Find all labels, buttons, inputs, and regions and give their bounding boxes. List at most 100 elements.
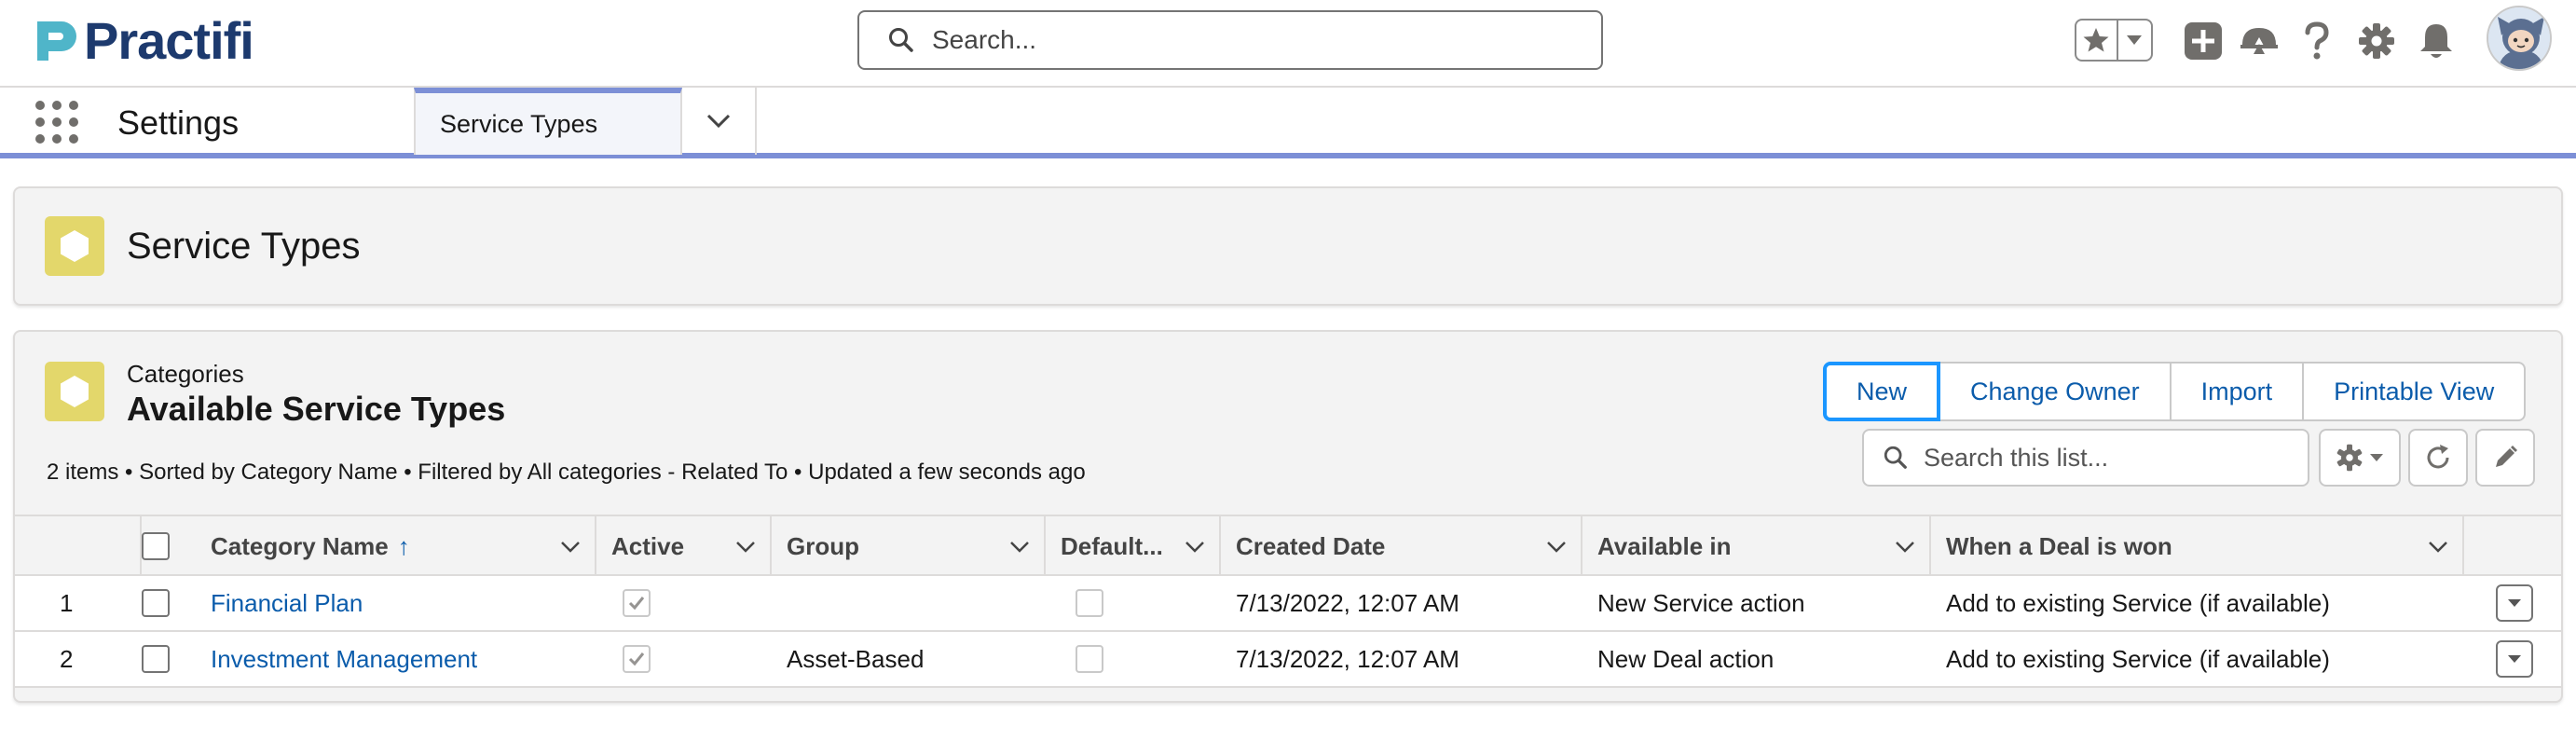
- column-header-category-name[interactable]: Category Name ↑: [194, 516, 596, 576]
- notifications-button[interactable]: [2414, 19, 2459, 63]
- row-select-checkbox[interactable]: [142, 589, 170, 617]
- row-number-header: [15, 516, 142, 576]
- help-button[interactable]: [2295, 19, 2339, 63]
- global-search[interactable]: [857, 10, 1603, 70]
- cell-group: [772, 576, 1046, 630]
- add-icon: [2185, 22, 2222, 60]
- list-view-meta: 2 items • Sorted by Category Name • Filt…: [47, 460, 1086, 485]
- column-label: Group: [787, 531, 859, 560]
- active-checkbox-checked: [623, 589, 651, 617]
- active-checkbox-checked: [623, 645, 651, 673]
- app-name: Settings: [117, 103, 240, 142]
- row-actions-button[interactable]: [2496, 584, 2533, 622]
- tab-service-types[interactable]: Service Types: [414, 88, 682, 155]
- chevron-down-icon: [2370, 454, 2383, 461]
- printable-view-button[interactable]: Printable View: [2304, 362, 2527, 421]
- table-row: 1 Financial Plan 7/13/2022, 12:07 AM New…: [15, 576, 2561, 632]
- refresh-icon: [2427, 445, 2449, 469]
- record-link[interactable]: Financial Plan: [211, 589, 363, 618]
- setup-button[interactable]: [2354, 19, 2399, 63]
- list-actions: New Change Owner Import Printable View: [1823, 362, 2527, 421]
- row-number: 2: [60, 644, 74, 673]
- checkmark-icon: [628, 652, 645, 666]
- favorites-group: [2075, 19, 2153, 62]
- avatar[interactable]: [2487, 6, 2552, 71]
- cell-available-in: New Deal action: [1597, 644, 1774, 673]
- list-view-controls-button[interactable]: [2319, 429, 2401, 487]
- column-label: Active: [611, 531, 685, 560]
- brand-logo[interactable]: Practifi: [34, 11, 254, 71]
- search-icon: [1884, 446, 1907, 469]
- inline-edit-button[interactable]: [2475, 429, 2535, 487]
- row-select-cell: [142, 632, 194, 686]
- app-launcher-button[interactable]: [35, 101, 78, 144]
- favorites-button[interactable]: [2076, 21, 2118, 60]
- checkmark-icon: [628, 597, 645, 611]
- trailhead-icon: [2240, 28, 2278, 54]
- column-header-created-date[interactable]: Created Date: [1221, 516, 1583, 576]
- cell-created-date: 7/13/2022, 12:07 AM: [1236, 644, 1459, 673]
- record-link[interactable]: Investment Management: [211, 645, 477, 674]
- row-select-checkbox[interactable]: [142, 645, 170, 673]
- chevron-down-icon: [706, 114, 731, 129]
- list-view-object-label: Categories: [127, 360, 244, 388]
- global-header: Practifi: [0, 0, 2576, 88]
- gear-icon: [2336, 444, 2363, 472]
- change-owner-button[interactable]: Change Owner: [1940, 362, 2172, 421]
- list-search[interactable]: [1862, 429, 2309, 487]
- new-button[interactable]: New: [1823, 362, 1941, 421]
- chevron-down-icon: [561, 542, 580, 553]
- column-header-default[interactable]: Default...: [1046, 516, 1221, 576]
- help-icon: [2305, 21, 2329, 60]
- brand-name: Practifi: [84, 11, 254, 70]
- chevron-down-icon: [736, 542, 755, 553]
- column-label: Available in: [1597, 531, 1732, 560]
- waffle-icon: [35, 101, 45, 110]
- service-type-object-icon: [45, 216, 104, 276]
- search-icon: [889, 28, 913, 52]
- chevron-down-icon: [2429, 542, 2447, 553]
- column-label: When a Deal is won: [1946, 531, 2172, 560]
- table-row: 2 Investment Management Asset-Based 7/13…: [15, 632, 2561, 688]
- chevron-down-icon: [1896, 542, 1914, 553]
- chevron-down-icon: [1010, 542, 1029, 553]
- list-search-input[interactable]: [1924, 443, 2296, 473]
- cell-default: [1046, 632, 1221, 686]
- column-header-group[interactable]: Group: [772, 516, 1046, 576]
- column-header-available-in[interactable]: Available in: [1583, 516, 1931, 576]
- chevron-down-icon: [2508, 599, 2521, 607]
- service-type-object-icon: [45, 362, 104, 421]
- row-number: 1: [60, 588, 74, 617]
- select-all-checkbox[interactable]: [142, 532, 170, 560]
- default-checkbox-unchecked: [1076, 645, 1103, 673]
- import-button[interactable]: Import: [2171, 362, 2305, 421]
- favorites-menu-button[interactable]: [2118, 21, 2151, 60]
- cell-active: [596, 576, 772, 630]
- row-actions-cell: [2464, 576, 2561, 630]
- refresh-button[interactable]: [2408, 429, 2468, 487]
- star-icon: [2083, 28, 2109, 52]
- global-search-input[interactable]: [932, 25, 1584, 55]
- cell-group: Asset-Based: [787, 644, 925, 673]
- cell-when-deal-won: Add to existing Service (if available): [1946, 644, 2330, 673]
- bell-icon: [2420, 24, 2452, 58]
- chevron-down-icon: [1185, 542, 1204, 553]
- tab-menu-button[interactable]: [682, 88, 757, 155]
- column-header-active[interactable]: Active: [596, 516, 772, 576]
- pencil-icon: [2496, 446, 2517, 467]
- app-nav-bar: Settings Service Types: [0, 88, 2576, 158]
- row-actions-button[interactable]: [2496, 640, 2533, 678]
- trailhead-button[interactable]: [2237, 19, 2281, 63]
- column-label: Created Date: [1236, 531, 1386, 560]
- practifi-logo-icon: [34, 18, 80, 64]
- cell-created-date: 7/13/2022, 12:07 AM: [1236, 588, 1459, 617]
- user-avatar-icon: [2488, 7, 2550, 69]
- gear-icon: [2359, 23, 2394, 59]
- global-actions-button[interactable]: [2181, 19, 2226, 63]
- default-checkbox-unchecked: [1076, 589, 1103, 617]
- cell-when-deal-won: Add to existing Service (if available): [1946, 588, 2330, 617]
- cell-available-in: New Service action: [1597, 588, 1805, 617]
- cell-category-name: Investment Management: [194, 632, 596, 686]
- column-header-when-deal-won[interactable]: When a Deal is won: [1931, 516, 2464, 576]
- list-view: Categories Available Service Types 2 ite…: [13, 330, 2563, 703]
